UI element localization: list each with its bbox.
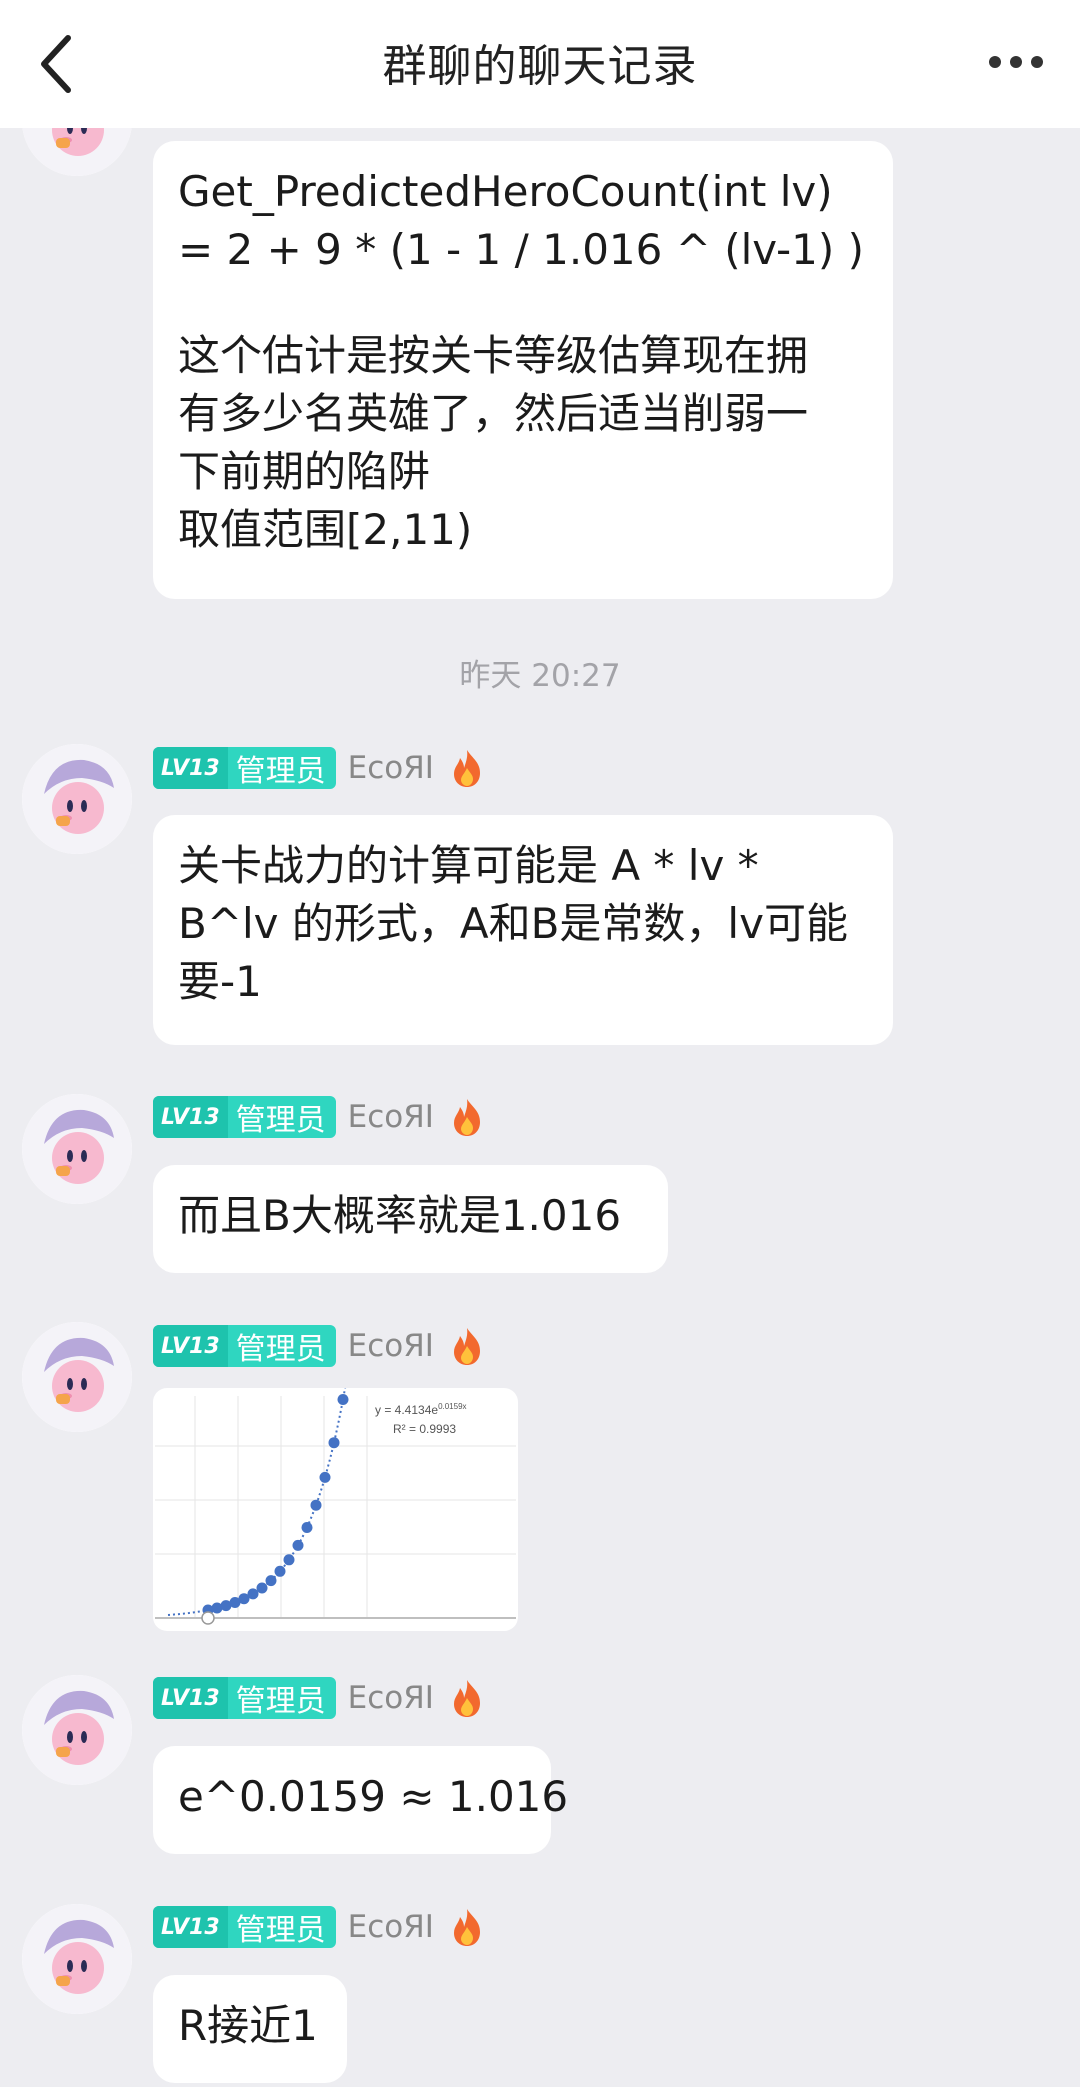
sender-info: LV13 管理员 EcoЯI <box>153 747 484 789</box>
data-point <box>283 1554 295 1566</box>
chart-grid <box>155 1396 516 1618</box>
sender-name[interactable]: EcoЯI <box>348 750 434 786</box>
sender-info: LV13 管理员 EcoЯI <box>153 1906 484 1948</box>
message-line: e^0.0159 ≈ 1.016 <box>178 1772 569 1821</box>
equation-label: y = 4.4134e0.0159x <box>375 1402 467 1417</box>
data-point <box>256 1582 268 1594</box>
data-point <box>310 1499 322 1511</box>
sender-info: LV13 管理员 EcoЯI <box>153 1325 484 1367</box>
trend-chart: y = 4.4134e0.0159x R² = 0.9993 <box>155 1388 516 1625</box>
level-label: LV13 <box>153 1906 228 1948</box>
level-badge: LV13 管理员 <box>153 1677 336 1719</box>
message-bubble: 而且B大概率就是1.016 <box>153 1165 668 1273</box>
message-line: Get_PredictedHeroCount(int lv) <box>178 167 833 216</box>
message-line: B^lv 的形式，A和B是常数，lv可能 <box>178 899 848 948</box>
trendline <box>167 1388 347 1616</box>
message-line: 这个估计是按关卡等级估算现在拥 <box>178 331 809 380</box>
role-label: 管理员 <box>235 1332 326 1367</box>
level-label: LV13 <box>153 1325 228 1367</box>
data-point <box>265 1575 277 1587</box>
sender-name[interactable]: EcoЯI <box>348 1099 434 1135</box>
fire-icon <box>453 1909 480 1946</box>
sender-name[interactable]: EcoЯI <box>348 1680 434 1716</box>
data-point <box>292 1539 304 1551</box>
data-point <box>328 1437 340 1449</box>
avatar[interactable] <box>22 744 132 854</box>
level-label: LV13 <box>153 747 228 789</box>
message-bubble: Get_PredictedHeroCount(int lv) = 2 + 9 *… <box>153 141 893 599</box>
message-bubble: 关卡战力的计算可能是 A * lv * B^lv 的形式，A和B是常数，lv可能… <box>153 815 893 1045</box>
level-badge: LV13 管理员 <box>153 1096 336 1138</box>
avatar[interactable] <box>22 1094 132 1204</box>
origin-marker <box>201 1611 215 1625</box>
r-squared-label: R² = 0.9993 <box>393 1422 456 1436</box>
data-point <box>301 1522 313 1533</box>
role-label: 管理员 <box>235 1684 326 1719</box>
avatar[interactable] <box>22 1904 132 2014</box>
fire-icon <box>453 1099 480 1136</box>
image-message[interactable]: y = 4.4134e0.0159x R² = 0.9993 <box>153 1388 518 1631</box>
top-bar: 群聊的聊天记录 <box>0 0 1080 128</box>
message-line: 而且B大概率就是1.016 <box>178 1191 622 1240</box>
sender-info: LV13 管理员 EcoЯI <box>153 1096 484 1138</box>
sender-name[interactable]: EcoЯI <box>348 1328 434 1364</box>
message-line: 有多少名英雄了，然后适当削弱一 <box>178 389 809 438</box>
level-badge: LV13 管理员 <box>153 747 336 789</box>
sender-name[interactable]: EcoЯI <box>348 1909 434 1945</box>
role-label: 管理员 <box>235 754 326 789</box>
message-line: 下前期的陷阱 <box>178 447 431 496</box>
level-label: LV13 <box>153 1677 228 1719</box>
data-point <box>274 1565 286 1577</box>
sender-info: LV13 管理员 EcoЯI <box>153 1677 484 1719</box>
fire-icon <box>453 750 480 787</box>
role-label: 管理员 <box>235 1103 326 1138</box>
message-line: 要-1 <box>178 957 262 1006</box>
data-point <box>319 1471 331 1483</box>
more-options-icon[interactable] <box>986 40 1046 84</box>
message-line: R接近1 <box>178 2001 318 2050</box>
message-line: 关卡战力的计算可能是 A * lv * <box>178 841 759 890</box>
avatar[interactable] <box>22 1322 132 1432</box>
message-line: = 2 + 9 * (1 - 1 / 1.016 ^ (lv-1) ) <box>178 225 865 274</box>
level-badge: LV13 管理员 <box>153 1906 336 1948</box>
message-bubble: e^0.0159 ≈ 1.016 <box>153 1746 569 1854</box>
equation-exponent: 0.0159x <box>438 1402 466 1411</box>
level-label: LV13 <box>153 1096 228 1138</box>
avatar[interactable] <box>22 1675 132 1785</box>
message-bubble: R接近1 <box>153 1975 347 2083</box>
data-point <box>247 1588 259 1600</box>
page-title: 群聊的聊天记录 <box>382 41 698 92</box>
timestamp: 昨天 20:27 <box>459 658 621 694</box>
message-line: 取值范围[2,11) <box>178 505 473 554</box>
data-point <box>337 1394 349 1405</box>
role-label: 管理员 <box>235 1913 326 1948</box>
level-badge: LV13 管理员 <box>153 1325 336 1367</box>
equation-text: y = 4.4134e <box>375 1403 438 1417</box>
fire-icon <box>453 1680 480 1717</box>
fire-icon <box>453 1328 480 1365</box>
